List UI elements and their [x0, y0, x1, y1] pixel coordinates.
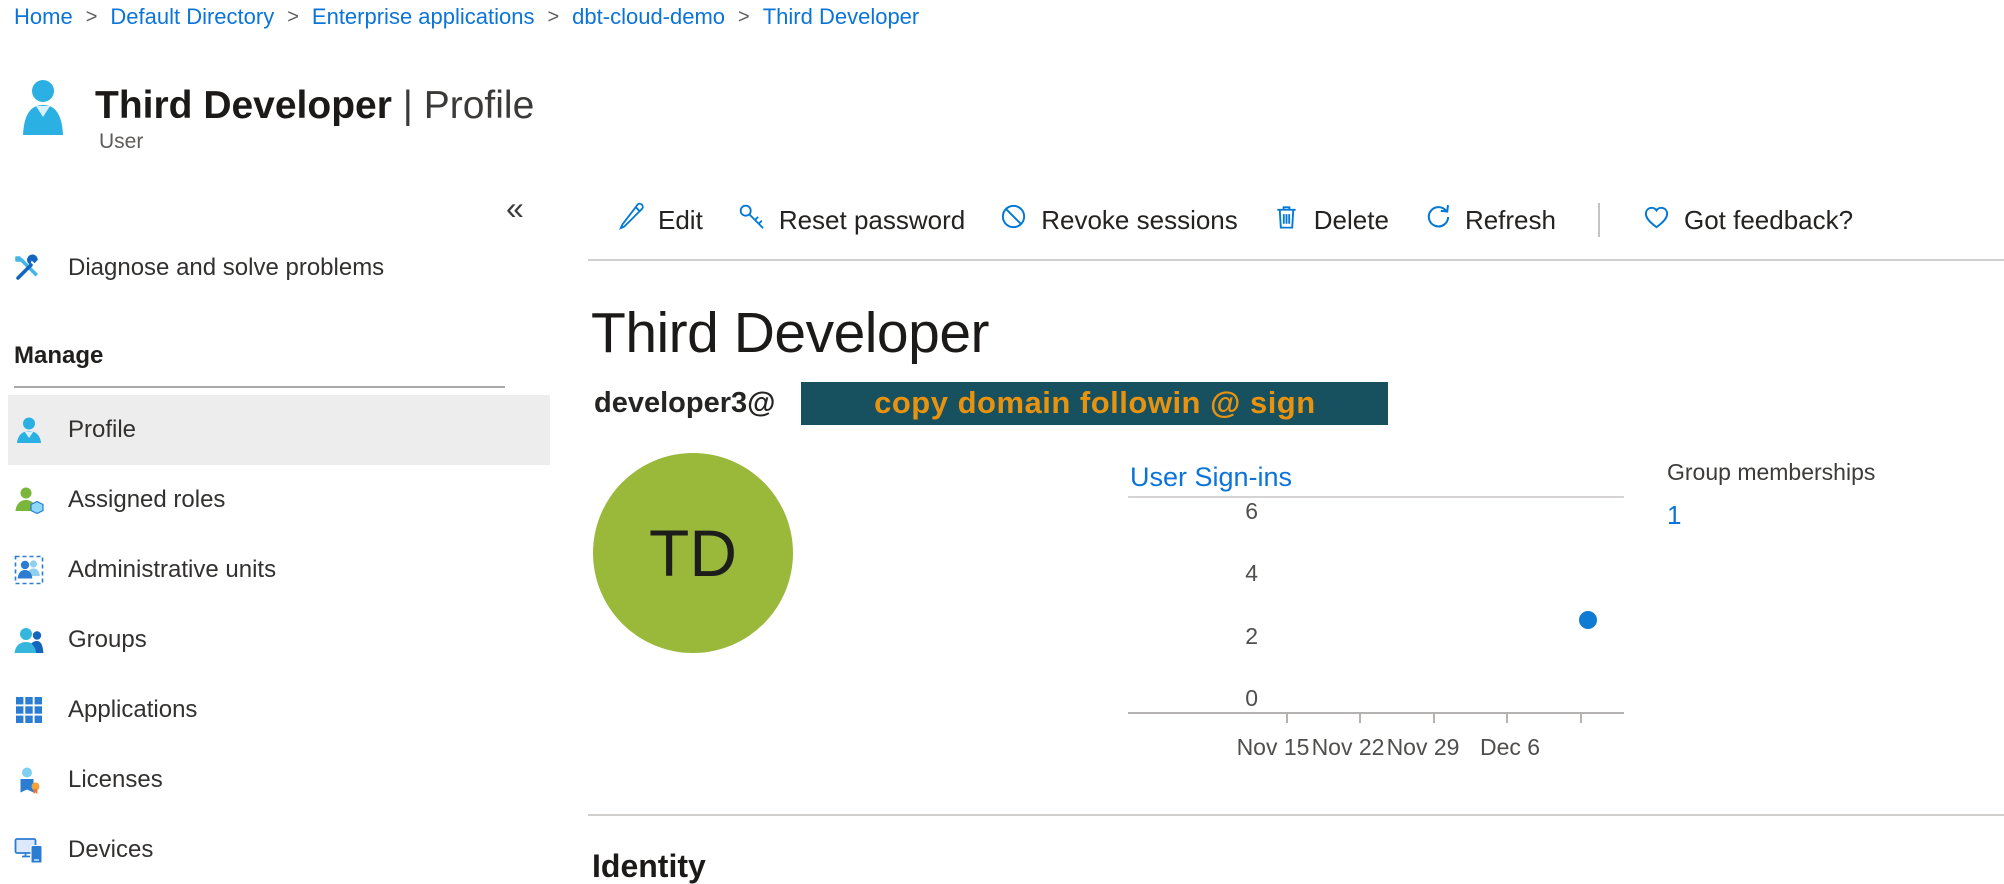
toolbar-divider: [588, 259, 2004, 261]
group-memberships: Group memberships 1: [1667, 459, 1875, 531]
y-axis-tick-label: 6: [1168, 497, 1258, 525]
breadcrumb: Home > Default Directory > Enterprise ap…: [14, 4, 919, 30]
page-title-name: Third Developer: [95, 84, 392, 127]
sidebar-item-devices[interactable]: Devices: [8, 815, 550, 884]
delete-button[interactable]: Delete: [1272, 202, 1389, 238]
x-axis-tick: [1506, 714, 1508, 723]
assigned-roles-icon: [14, 485, 44, 515]
reset-password-button[interactable]: Reset password: [737, 202, 965, 238]
x-axis-tick: [1286, 714, 1288, 723]
sidebar-item-label: Diagnose and solve problems: [68, 254, 384, 282]
group-memberships-label: Group memberships: [1667, 459, 1875, 486]
sidebar-item-label: Applications: [68, 696, 197, 724]
sidebar-item-administrative-units[interactable]: Administrative units: [8, 535, 550, 605]
redaction-overlay: copy domain followin @ sign: [801, 382, 1388, 425]
sidebar-item-profile[interactable]: Profile: [8, 395, 550, 465]
breadcrumb-default-directory[interactable]: Default Directory: [110, 4, 274, 30]
page-subtitle: User: [99, 130, 143, 154]
breadcrumb-separator: >: [86, 6, 98, 29]
section-divider: [588, 814, 2004, 816]
devices-icon: [14, 835, 44, 865]
sidebar: Diagnose and solve problems Manage Profi…: [0, 240, 550, 884]
x-axis-tick: [1359, 714, 1361, 723]
avatar: TD: [593, 453, 793, 653]
breadcrumb-separator: >: [547, 6, 559, 29]
heart-icon: [1642, 202, 1671, 238]
revoke-sessions-button[interactable]: Revoke sessions: [999, 202, 1238, 238]
page-title-divider: |: [403, 84, 413, 127]
key-icon: [737, 202, 766, 238]
toolbar-button-label: Reset password: [779, 205, 965, 236]
x-axis-tick: [1580, 714, 1582, 723]
sidebar-item-label: Devices: [68, 836, 153, 864]
y-axis-tick-label: 2: [1168, 622, 1258, 650]
sidebar-divider: [14, 386, 505, 388]
sidebar-item-label: Administrative units: [68, 556, 276, 584]
sidebar-item-assigned-roles[interactable]: Assigned roles: [8, 465, 550, 535]
x-axis-tick: [1433, 714, 1435, 723]
sidebar-section-manage: Manage: [0, 342, 550, 370]
breadcrumb-home[interactable]: Home: [14, 4, 73, 30]
groups-icon: [14, 625, 44, 655]
got-feedback-button[interactable]: Got feedback?: [1642, 202, 1853, 238]
pencil-icon: [616, 202, 645, 238]
page-title: Third Developer | Profile: [95, 84, 534, 128]
y-axis-tick-label: 0: [1168, 684, 1258, 712]
block-icon: [999, 202, 1028, 238]
toolbar-button-label: Got feedback?: [1684, 205, 1853, 236]
sidebar-item-label: Licenses: [68, 766, 163, 794]
toolbar-button-label: Edit: [658, 205, 703, 236]
user-signins-link[interactable]: User Sign-ins: [1130, 462, 1292, 493]
x-axis-tick-label: Dec 6: [1460, 734, 1560, 761]
user-signins-chart: User Sign-ins 6 4 2 0 Nov 15 Nov 22 Nov …: [1128, 450, 1624, 790]
sidebar-item-licenses[interactable]: Licenses: [8, 745, 550, 815]
sidebar-item-label: Profile: [68, 416, 136, 444]
user-icon: [20, 78, 66, 143]
email-prefix: developer3@: [594, 387, 775, 420]
toolbar-separator: [1598, 203, 1600, 237]
trash-icon: [1272, 202, 1301, 238]
user-principal-name-row: developer3@ copy domain followin @ sign: [594, 381, 1388, 425]
y-axis-tick-label: 4: [1168, 559, 1258, 587]
sidebar-item-label: Groups: [68, 626, 147, 654]
azure-user-profile-page: Home > Default Directory > Enterprise ap…: [0, 0, 2004, 884]
licenses-icon: [14, 765, 44, 795]
sidebar-item-groups[interactable]: Groups: [8, 605, 550, 675]
breadcrumb-third-developer[interactable]: Third Developer: [763, 4, 920, 30]
identity-section-heading: Identity: [592, 848, 706, 884]
x-axis-tick-label: Nov 29: [1373, 734, 1473, 761]
toolbar-button-label: Delete: [1314, 205, 1389, 236]
toolbar-button-label: Refresh: [1465, 205, 1556, 236]
sidebar-collapse-button[interactable]: «: [506, 190, 524, 227]
signin-data-point: [1579, 611, 1597, 629]
breadcrumb-separator: >: [738, 6, 750, 29]
breadcrumb-enterprise-applications[interactable]: Enterprise applications: [312, 4, 535, 30]
breadcrumb-dbt-cloud-demo[interactable]: dbt-cloud-demo: [572, 4, 725, 30]
toolbar-button-label: Revoke sessions: [1041, 205, 1238, 236]
sidebar-item-applications[interactable]: Applications: [8, 675, 550, 745]
breadcrumb-separator: >: [287, 6, 299, 29]
diagnose-tools-icon: [12, 253, 42, 283]
toolbar: Edit Reset password Revoke sessions: [588, 192, 2004, 248]
sidebar-item-label: Assigned roles: [68, 486, 225, 514]
admin-units-icon: [14, 555, 44, 585]
page-title-suffix: Profile: [424, 84, 535, 127]
edit-button[interactable]: Edit: [616, 202, 703, 238]
person-icon: [14, 415, 44, 445]
sidebar-item-diagnose[interactable]: Diagnose and solve problems: [0, 240, 550, 296]
refresh-icon: [1423, 202, 1452, 238]
user-display-name: Third Developer: [591, 300, 989, 366]
group-memberships-count-link[interactable]: 1: [1667, 500, 1875, 531]
x-axis-line: [1128, 712, 1624, 714]
refresh-button[interactable]: Refresh: [1423, 202, 1556, 238]
applications-grid-icon: [14, 695, 44, 725]
